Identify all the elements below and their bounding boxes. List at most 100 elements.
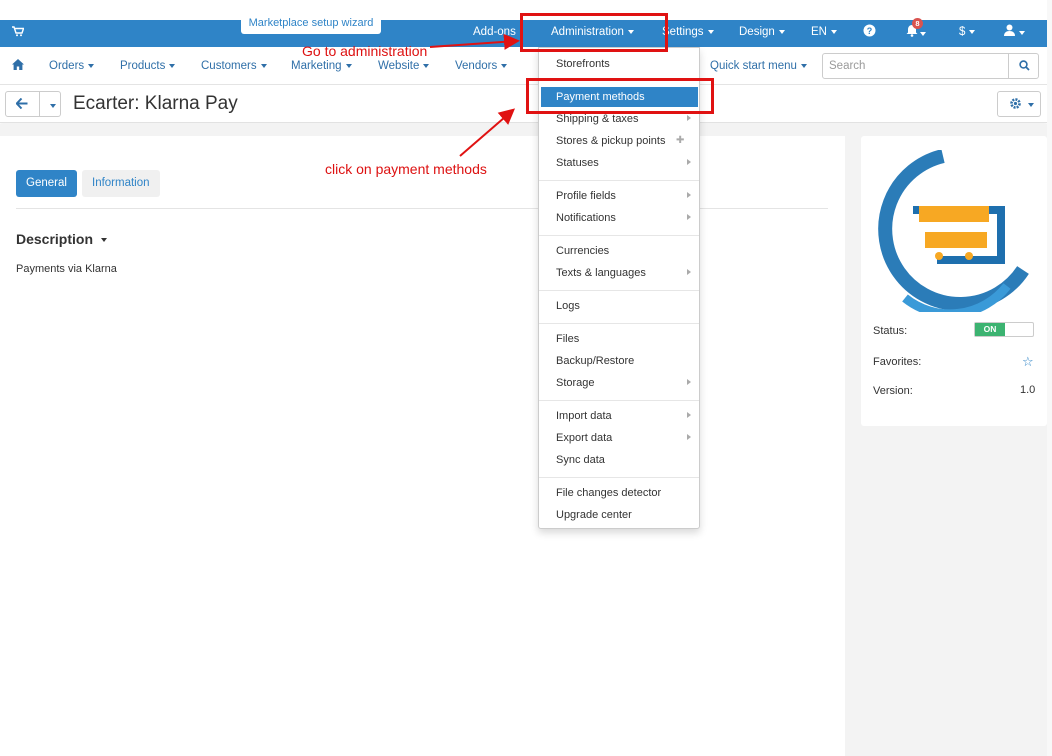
menu-item-import-data[interactable]: Import data — [539, 406, 699, 426]
topnav-language[interactable]: EN — [811, 26, 837, 38]
topnav-addons[interactable]: Add-ons — [473, 26, 516, 38]
menu-item-logs[interactable]: Logs — [539, 296, 699, 316]
nav-vendors-label: Vendors — [455, 60, 498, 72]
back-button-group — [5, 91, 61, 117]
menu-item-files[interactable]: Files — [539, 329, 699, 349]
chevron-down-icon — [969, 29, 976, 34]
nav-products[interactable]: Products — [120, 60, 176, 72]
chevron-down-icon — [778, 29, 785, 34]
menu-item-backup-restore[interactable]: Backup/Restore — [539, 351, 699, 371]
chevron-down-icon — [920, 31, 926, 36]
annotation-box-payment-methods — [526, 78, 714, 114]
chevron-down-icon — [50, 103, 56, 108]
chevron-right-icon — [687, 434, 691, 440]
menu-item-label: Notifications — [556, 212, 616, 224]
menu-item-label: Storage — [556, 377, 595, 389]
divider — [16, 208, 828, 209]
back-history-dropdown[interactable] — [46, 98, 56, 112]
star-icon[interactable]: ☆ — [1022, 354, 1034, 370]
search-box — [822, 53, 1039, 79]
menu-item-label: Profile fields — [556, 190, 616, 202]
notification-badge: 8 — [912, 18, 923, 29]
chevron-right-icon — [687, 412, 691, 418]
chevron-down-icon — [345, 63, 352, 68]
tab-general[interactable]: General — [16, 170, 77, 197]
svg-text:?: ? — [867, 26, 873, 36]
user-icon[interactable] — [1004, 24, 1025, 39]
chevron-right-icon — [687, 379, 691, 385]
menu-item-file-changes-detector[interactable]: File changes detector — [539, 483, 699, 503]
chevron-right-icon — [687, 159, 691, 165]
menu-item-currencies[interactable]: Currencies — [539, 241, 699, 261]
nav-products-label: Products — [120, 60, 166, 72]
chevron-down-icon — [423, 63, 430, 68]
menu-item-label: Storefronts — [556, 58, 610, 70]
nav-website-label: Website — [378, 60, 420, 72]
menu-item-label: Export data — [556, 432, 613, 444]
topnav-design-label: Design — [739, 26, 775, 38]
marketplace-setup-wizard-button[interactable]: Marketplace setup wizard — [241, 16, 381, 34]
chevron-down-icon — [800, 63, 807, 68]
nav-marketing-label: Marketing — [291, 60, 342, 72]
menu-item-label: Texts & languages — [556, 267, 646, 279]
search-button[interactable] — [1008, 54, 1038, 78]
topnav-currency-label: $ — [959, 26, 966, 38]
version-label: Version: — [873, 385, 913, 397]
nav-customers-label: Customers — [201, 60, 257, 72]
menu-item-stores-pickup[interactable]: Stores & pickup points ✚ — [539, 131, 699, 151]
addon-info-card: Status: ON Favorites: ☆ Version: 1.0 — [861, 136, 1047, 426]
annotation-go-to-admin: Go to administration — [302, 43, 428, 59]
help-icon[interactable]: ? — [863, 24, 876, 40]
quick-start-menu[interactable]: Quick start menu — [710, 60, 807, 72]
topnav-design[interactable]: Design — [739, 26, 785, 38]
scrollbar[interactable] — [1047, 0, 1052, 756]
menu-item-label: Currencies — [556, 245, 610, 257]
chevron-down-icon — [169, 63, 176, 68]
menu-item-texts-languages[interactable]: Texts & languages — [539, 263, 699, 283]
search-input[interactable] — [823, 54, 1009, 78]
menu-item-storage[interactable]: Storage — [539, 373, 699, 393]
divider — [39, 92, 40, 116]
nav-vendors[interactable]: Vendors — [455, 60, 508, 72]
chevron-right-icon — [687, 269, 691, 275]
chevron-down-icon — [260, 63, 267, 68]
quick-start-menu-label: Quick start menu — [710, 60, 797, 72]
description-heading-label: Description — [16, 231, 94, 247]
shopping-cart-icon[interactable] — [12, 26, 25, 40]
status-toggle[interactable]: ON — [974, 322, 1034, 337]
chevron-down-icon — [707, 29, 714, 34]
menu-item-upgrade-center[interactable]: Upgrade center — [539, 505, 699, 525]
gear-icon — [1009, 97, 1022, 113]
menu-item-export-data[interactable]: Export data — [539, 428, 699, 448]
description-text: Payments via Klarna — [16, 263, 117, 275]
divider — [539, 400, 699, 401]
menu-item-storefronts[interactable]: Storefronts — [539, 54, 699, 74]
menu-item-label: Import data — [556, 410, 612, 422]
menu-item-label: Shipping & taxes — [556, 113, 639, 125]
chevron-down-icon — [830, 29, 837, 34]
settings-gear-button[interactable] — [997, 91, 1041, 117]
description-heading[interactable]: Description — [16, 231, 108, 247]
menu-item-label: Stores & pickup points — [556, 135, 666, 147]
nav-orders[interactable]: Orders — [49, 60, 95, 72]
menu-item-label: Logs — [556, 300, 580, 312]
home-icon[interactable] — [12, 59, 24, 73]
nav-website[interactable]: Website — [378, 60, 430, 72]
chevron-down-icon — [101, 238, 108, 243]
status-label: Status: — [873, 325, 908, 337]
menu-item-statuses[interactable]: Statuses — [539, 153, 699, 173]
topnav-settings[interactable]: Settings — [662, 26, 714, 38]
divider — [539, 323, 699, 324]
chevron-right-icon — [687, 214, 691, 220]
menu-item-notifications[interactable]: Notifications — [539, 208, 699, 228]
nav-customers[interactable]: Customers — [201, 60, 267, 72]
menu-item-label: File changes detector — [556, 487, 662, 499]
chevron-down-icon — [1028, 103, 1034, 107]
tab-information[interactable]: Information — [82, 170, 160, 197]
version-value: 1.0 — [1020, 384, 1036, 396]
nav-marketing[interactable]: Marketing — [291, 60, 352, 72]
menu-item-profile-fields[interactable]: Profile fields — [539, 186, 699, 206]
menu-item-sync-data[interactable]: Sync data — [539, 450, 699, 470]
topnav-currency[interactable]: $ — [959, 26, 976, 38]
arrow-left-icon[interactable] — [15, 97, 28, 112]
